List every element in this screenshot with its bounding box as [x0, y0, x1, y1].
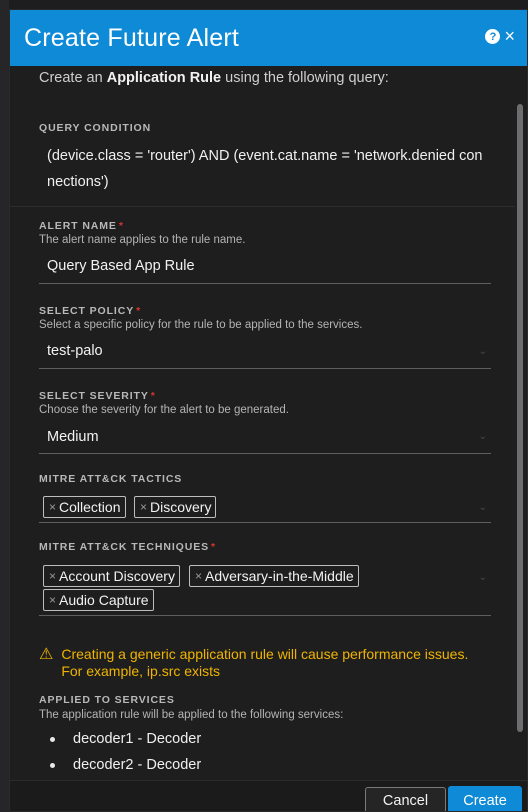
select-policy-label: SELECT POLICY * [39, 305, 142, 317]
alert-name-value: Query Based App Rule [47, 258, 195, 274]
cancel-button[interactable]: Cancel [365, 787, 446, 811]
dialog-header: Create Future Alert ? × [10, 10, 527, 66]
tag-account-discovery[interactable]: × Account Discovery [43, 565, 180, 587]
dialog-footer: Cancel Create [10, 780, 527, 811]
select-policy-value: test-palo [47, 343, 103, 359]
select-policy-dropdown[interactable]: test-palo ⌄ [39, 332, 491, 369]
tag-adversary-in-the-middle[interactable]: × Adversary-in-the-Middle [189, 565, 359, 587]
select-severity-label: SELECT SEVERITY * [39, 390, 156, 402]
close-icon[interactable]: × [504, 27, 515, 45]
create-button[interactable]: Create [448, 786, 522, 811]
list-item: decoder1 - Decoder [50, 726, 201, 752]
tag-audio-capture[interactable]: × Audio Capture [43, 589, 154, 611]
alert-name-label: ALERT NAME * [39, 220, 124, 232]
dialog-title: Create Future Alert [24, 23, 240, 52]
remove-tag-icon[interactable]: × [195, 569, 202, 583]
mitre-tactics-label: MITRE ATT&CK TACTICS [39, 473, 183, 485]
required-mark: * [150, 390, 156, 402]
mitre-techniques-label: MITRE ATT&CK TECHNIQUES * [39, 541, 217, 553]
performance-warning: ⚠ Creating a generic application rule wi… [39, 646, 489, 680]
query-condition-label: QUERY CONDITION [39, 122, 152, 134]
chevron-down-icon: ⌄ [478, 502, 487, 513]
alert-name-hint: The alert name applies to the rule name. [39, 234, 246, 246]
tag-discovery[interactable]: × Discovery [134, 496, 217, 518]
remove-tag-icon[interactable]: × [140, 500, 147, 514]
services-list: decoder1 - Decoder decoder2 - Decoder [50, 726, 201, 778]
required-mark: * [118, 220, 124, 232]
required-mark: * [136, 305, 142, 317]
remove-tag-icon[interactable]: × [49, 593, 56, 607]
warning-text: Creating a generic application rule will… [61, 646, 469, 679]
create-future-alert-dialog: Create Future Alert ? × Create an Applic… [9, 9, 528, 812]
query-condition-text: (device.class = 'router') AND (event.cat… [47, 148, 483, 190]
select-severity-value: Medium [47, 429, 99, 445]
mitre-techniques-select[interactable]: × Account Discovery × Adversary-in-the-Mid… [39, 556, 491, 616]
background-strip [0, 0, 9, 812]
remove-tag-icon[interactable]: × [49, 569, 56, 583]
dialog-body: Create an Application Rule using the fol… [10, 66, 515, 780]
tag-collection[interactable]: × Collection [43, 496, 126, 518]
select-policy-hint: Select a specific policy for the rule to… [39, 319, 363, 331]
scrollbar[interactable] [517, 104, 523, 732]
required-mark: * [211, 541, 217, 553]
select-severity-hint: Choose the severity for the alert to be … [39, 404, 289, 416]
list-item: decoder2 - Decoder [50, 752, 201, 778]
alert-name-field[interactable]: Query Based App Rule [39, 247, 491, 284]
applied-to-services-hint: The application rule will be applied to … [39, 709, 344, 721]
question-circle-icon[interactable]: ? [485, 29, 501, 44]
mitre-tactics-select[interactable]: × Collection × Discovery ⌄ [39, 488, 491, 523]
warning-triangle-icon: ⚠ [39, 646, 54, 663]
applied-to-services-label: APPLIED TO SERVICES [39, 694, 175, 706]
rule-type: Application Rule [106, 70, 222, 86]
divider [10, 206, 515, 207]
remove-tag-icon[interactable]: × [49, 500, 56, 514]
chevron-down-icon: ⌄ [478, 346, 487, 357]
chevron-down-icon: ⌄ [478, 572, 487, 583]
intro-text: Create an Application Rule using the fol… [39, 70, 389, 86]
chevron-down-icon: ⌄ [478, 431, 487, 442]
select-severity-dropdown[interactable]: Medium ⌄ [39, 417, 491, 454]
